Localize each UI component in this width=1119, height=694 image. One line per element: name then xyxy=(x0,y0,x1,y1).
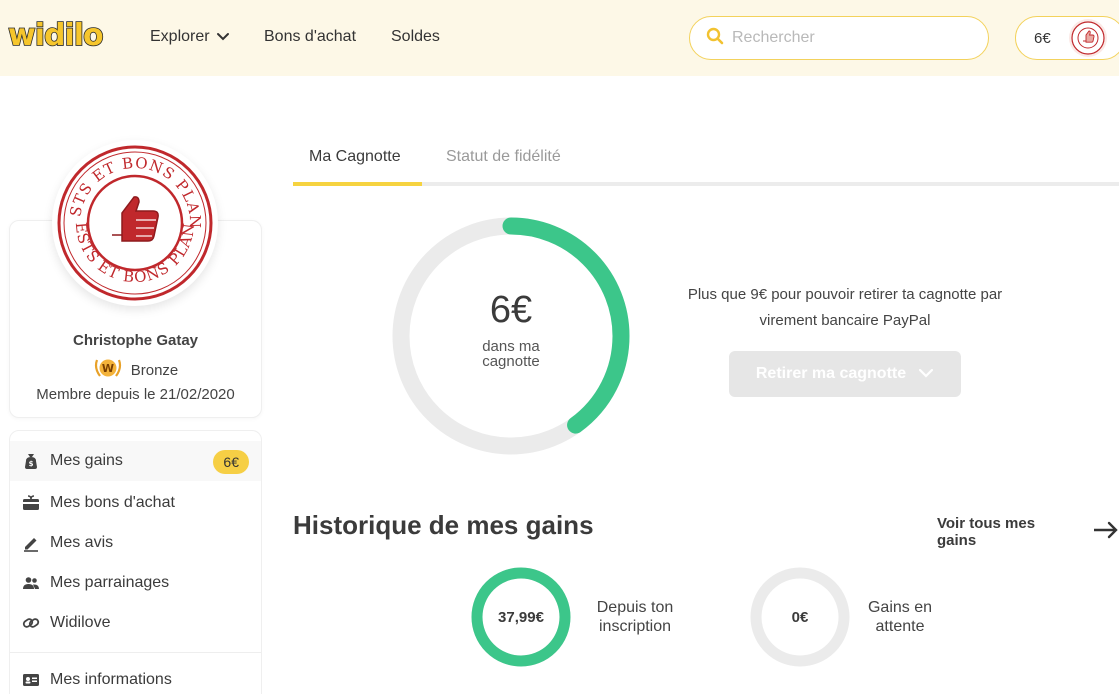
history-title: Historique de mes gains xyxy=(293,510,594,540)
link-icon xyxy=(22,614,40,632)
menu-item-mes-gains[interactable]: $ Mes gains 6€ xyxy=(10,441,261,481)
withdraw-info: Plus que 9€ pour pouvoir retirer ta cagn… xyxy=(660,282,1030,334)
menu-item-mes-parrainages[interactable]: Mes parrainages xyxy=(10,563,261,603)
search-input[interactable] xyxy=(732,29,972,47)
tabs-bar: Ma Cagnotte Statut de fidélité xyxy=(293,136,1119,186)
withdraw-info-line1: Plus que 9€ pour pouvoir retirer ta cagn… xyxy=(687,286,1003,303)
search-box[interactable] xyxy=(689,16,989,60)
widilo-logo[interactable]: widilo xyxy=(7,17,104,54)
top-header: widilo Explorer Bons d'achat Soldes 6€ xyxy=(0,0,1119,76)
see-all-gains-link[interactable]: Voir tous mes gains xyxy=(937,515,1119,549)
stat-pending-caption-line1: Gains en xyxy=(867,599,933,616)
stat-total-caption-line2: inscription xyxy=(598,618,672,635)
chevron-down-icon xyxy=(216,32,230,42)
menu-item-mes-bons-achat[interactable]: Mes bons d'achat xyxy=(10,483,261,523)
cagnotte-caption: dans ma cagnotte xyxy=(482,338,540,370)
menu-label-mes-gains: Mes gains xyxy=(50,452,123,469)
nav-soldes[interactable]: Soldes xyxy=(391,28,440,46)
cagnotte-amount: 6€ xyxy=(489,289,533,331)
stat-pending-caption-line2: attente xyxy=(875,618,925,635)
wallet-amount: 6€ xyxy=(1034,29,1051,47)
withdraw-button[interactable]: Retirer ma cagnotte xyxy=(729,351,961,397)
page: widilo Explorer Bons d'achat Soldes 6€ xyxy=(0,0,1119,694)
menu-divider xyxy=(10,652,261,653)
menu-label-mes-avis: Mes avis xyxy=(50,534,114,551)
stat-total-value: 37,99€ xyxy=(498,608,544,626)
level-label: Bronze xyxy=(130,361,179,379)
menu-item-widilove[interactable]: Widilove xyxy=(10,603,261,643)
search-icon xyxy=(706,27,724,50)
stat-total-gains: 37,99€ xyxy=(470,566,572,668)
menu-label-mes-bons-achat: Mes bons d'achat xyxy=(50,494,175,511)
profile-name: Christophe Gatay xyxy=(72,332,199,349)
withdraw-info-line2: virement bancaire PayPal xyxy=(759,312,931,329)
stat-pending-gains: 0€ xyxy=(749,566,851,668)
nav-explorer-label: Explorer xyxy=(150,28,210,45)
stat-total-caption-line1: Depuis ton xyxy=(596,599,674,616)
menu-item-mes-informations[interactable]: Mes informations xyxy=(10,660,261,694)
menu-label-widilove: Widilove xyxy=(50,614,111,631)
user-avatar-small[interactable] xyxy=(1068,18,1108,58)
tab-statut-fidelite[interactable]: Statut de fidélité xyxy=(446,148,561,166)
stat-pending-value: 0€ xyxy=(791,608,809,626)
svg-text:$: $ xyxy=(29,460,34,468)
profile-avatar[interactable]: TESTS ET BONS PLANS TESTS ET BONS PLANS xyxy=(46,126,218,306)
badge-letter: W xyxy=(102,362,114,375)
stat-total-caption: Depuis ton inscription xyxy=(588,598,682,636)
withdraw-button-label: Retirer ma cagnotte xyxy=(755,365,907,382)
id-card-icon xyxy=(22,671,40,689)
nav-explorer[interactable]: Explorer xyxy=(150,28,230,46)
account-menu: $ Mes gains 6€ Mes bons d'achat Mes avis… xyxy=(9,430,262,694)
money-bag-icon: $ xyxy=(22,452,40,470)
active-tab-indicator xyxy=(293,182,422,186)
gift-card-icon xyxy=(22,494,40,512)
wallet-button[interactable]: 6€ xyxy=(1015,16,1119,60)
arrow-right-icon xyxy=(1093,521,1119,543)
menu-label-mes-informations: Mes informations xyxy=(50,671,172,688)
menu-item-mes-avis[interactable]: Mes avis xyxy=(10,523,261,563)
pen-icon xyxy=(22,534,40,552)
gains-badge: 6€ xyxy=(213,450,249,474)
see-all-label: Voir tous mes gains xyxy=(937,515,1036,549)
users-icon xyxy=(22,574,40,592)
bronze-badge-icon: W xyxy=(93,356,123,384)
nav-bons-achat[interactable]: Bons d'achat xyxy=(264,28,356,46)
stat-pending-caption: Gains en attente xyxy=(858,598,942,636)
menu-label-mes-parrainages: Mes parrainages xyxy=(50,574,170,591)
member-since: Membre depuis le 21/02/2020 xyxy=(36,386,235,403)
profile-level: W Bronze xyxy=(9,356,262,384)
tab-ma-cagnotte[interactable]: Ma Cagnotte xyxy=(309,148,401,166)
cagnotte-center: 6€ dans ma cagnotte xyxy=(390,215,632,457)
chevron-down-icon xyxy=(918,365,934,383)
